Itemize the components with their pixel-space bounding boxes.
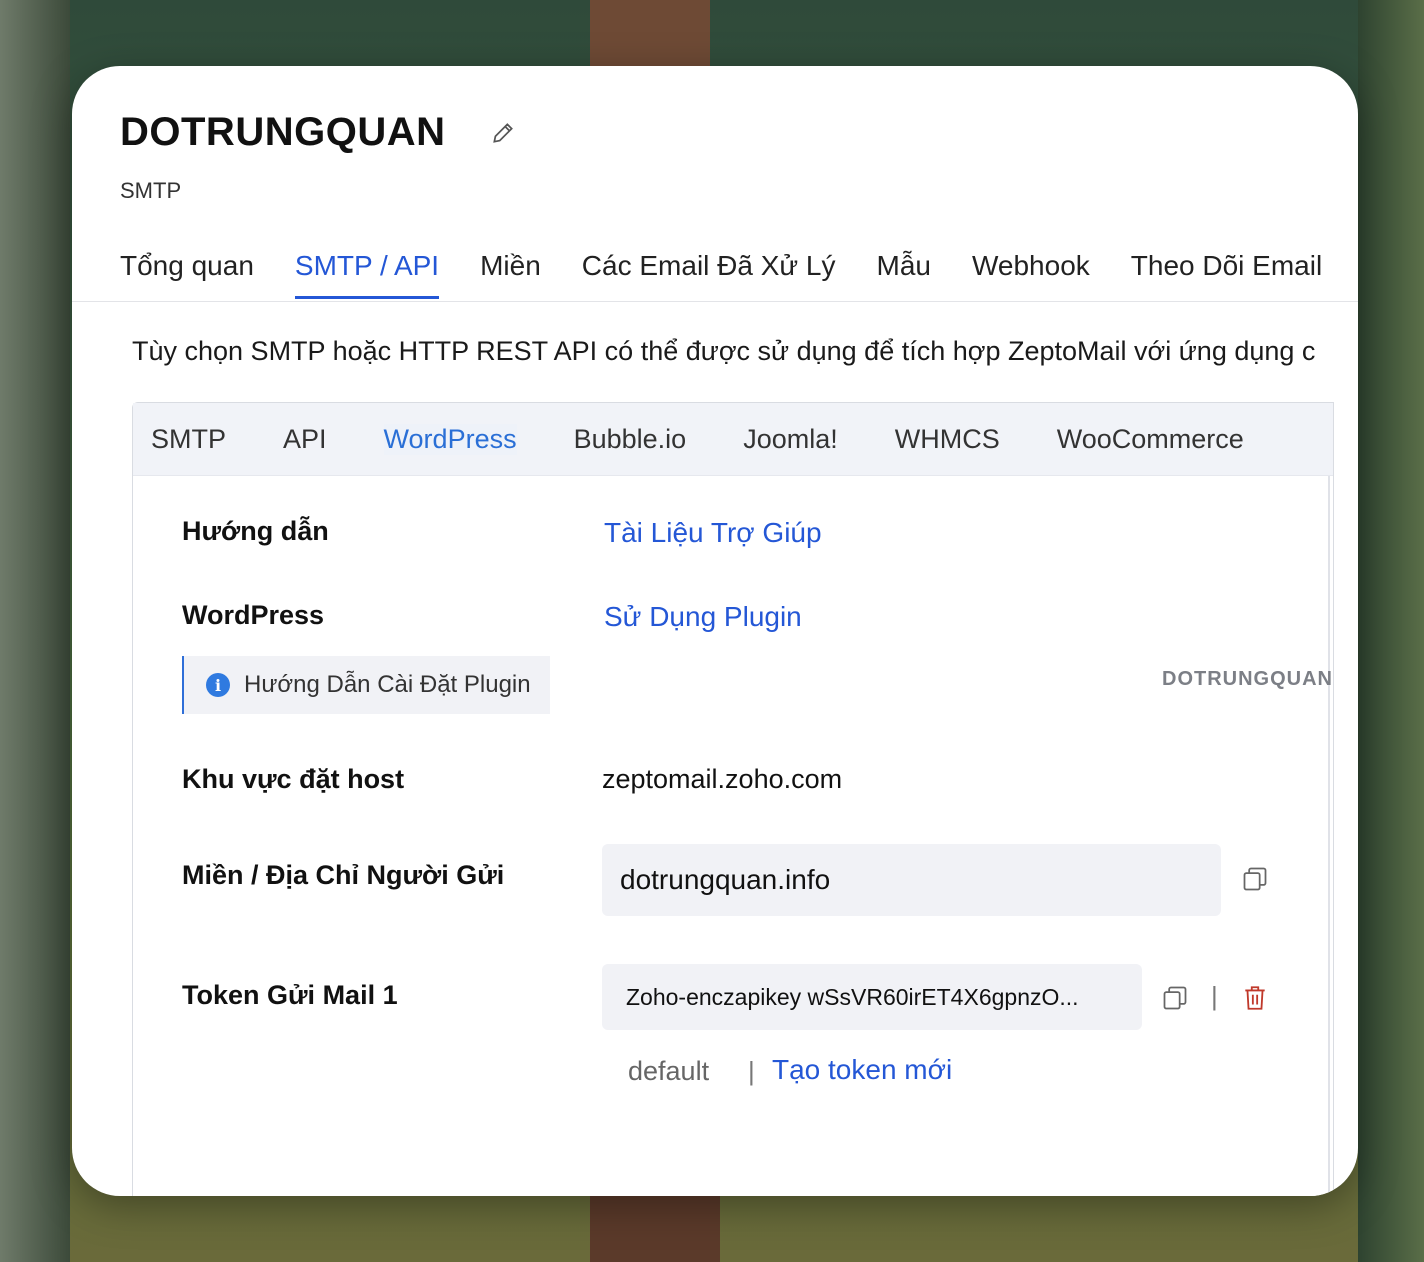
panel-right-border [1328, 476, 1330, 1196]
token-name: default [628, 1056, 710, 1086]
copy-token-icon[interactable] [1160, 983, 1190, 1013]
integration-subtabs: SMTP API WordPress Bubble.io Joomla! WHM… [133, 403, 1333, 476]
subtab-bubble[interactable]: Bubble.io [574, 424, 687, 455]
help-docs-link[interactable]: Tài Liệu Trợ Giúp [604, 517, 822, 549]
plugin-install-guide[interactable]: i Hướng Dẫn Cài Đặt Plugin [182, 656, 550, 714]
subtab-wordpress[interactable]: WordPress [383, 423, 517, 455]
subtab-whmcs[interactable]: WHMCS [895, 424, 1000, 455]
wordpress-label: WordPress [182, 600, 325, 630]
mail-agent-card: DOTRUNGQUAN SMTP Tổng quan SMTP / API Mi… [72, 66, 1358, 1196]
plugin-install-guide-label: Hướng Dẫn Cài Đặt Plugin [244, 671, 531, 698]
sender-value: dotrungquan.info [620, 864, 831, 895]
guide-label: Hướng dẫn [182, 516, 329, 546]
subtab-smtp[interactable]: SMTP [151, 424, 226, 455]
tab-domains[interactable]: Miền [480, 250, 541, 299]
trash-icon[interactable] [1240, 983, 1270, 1013]
page-title: DOTRUNGQUAN [120, 110, 446, 154]
pencil-icon[interactable] [489, 119, 517, 147]
watermark-logo: DOTRUNGQUAN [1162, 668, 1333, 690]
main-tabs: Tổng quan SMTP / API Miền Các Email Đã X… [120, 250, 1358, 299]
host-region-value: zeptomail.zoho.com [602, 764, 843, 794]
create-token-link[interactable]: Tạo token mới [772, 1054, 952, 1086]
tab-smtp-api[interactable]: SMTP / API [294, 250, 440, 299]
description-text: Tùy chọn SMTP hoặc HTTP REST API có thể … [132, 336, 1316, 366]
subtab-woocommerce[interactable]: WooCommerce [1057, 424, 1244, 455]
token-link-separator: | [748, 1056, 755, 1086]
title-row: DOTRUNGQUAN [120, 110, 517, 155]
tab-overview[interactable]: Tổng quan [120, 250, 254, 299]
tab-templates[interactable]: Mẫu [877, 250, 931, 299]
tabs-divider [72, 301, 1358, 302]
host-region-label: Khu vực đặt host [182, 764, 405, 794]
token-label: Token Gửi Mail 1 [182, 980, 398, 1010]
copy-sender-icon[interactable] [1240, 864, 1270, 894]
sender-label: Miền / Địa Chỉ Người Gửi [182, 860, 505, 890]
info-icon: i [206, 673, 230, 697]
token-value: Zoho-enczapikey wSsVR60irET4X6gpnzO... [626, 983, 1079, 1010]
subtab-api[interactable]: API [283, 424, 327, 455]
tab-email-tracking[interactable]: Theo Dõi Email [1131, 250, 1322, 299]
tab-webhook[interactable]: Webhook [972, 250, 1090, 299]
sender-field[interactable]: dotrungquan.info [602, 844, 1221, 916]
use-plugin-link[interactable]: Sử Dụng Plugin [604, 601, 802, 633]
token-field[interactable]: Zoho-enczapikey wSsVR60irET4X6gpnzO... [602, 964, 1142, 1030]
subtab-joomla[interactable]: Joomla! [743, 424, 838, 455]
tab-processed-emails[interactable]: Các Email Đã Xử Lý [582, 250, 836, 299]
token-action-separator: | [1211, 981, 1218, 1011]
page-subtitle: SMTP [120, 178, 182, 203]
